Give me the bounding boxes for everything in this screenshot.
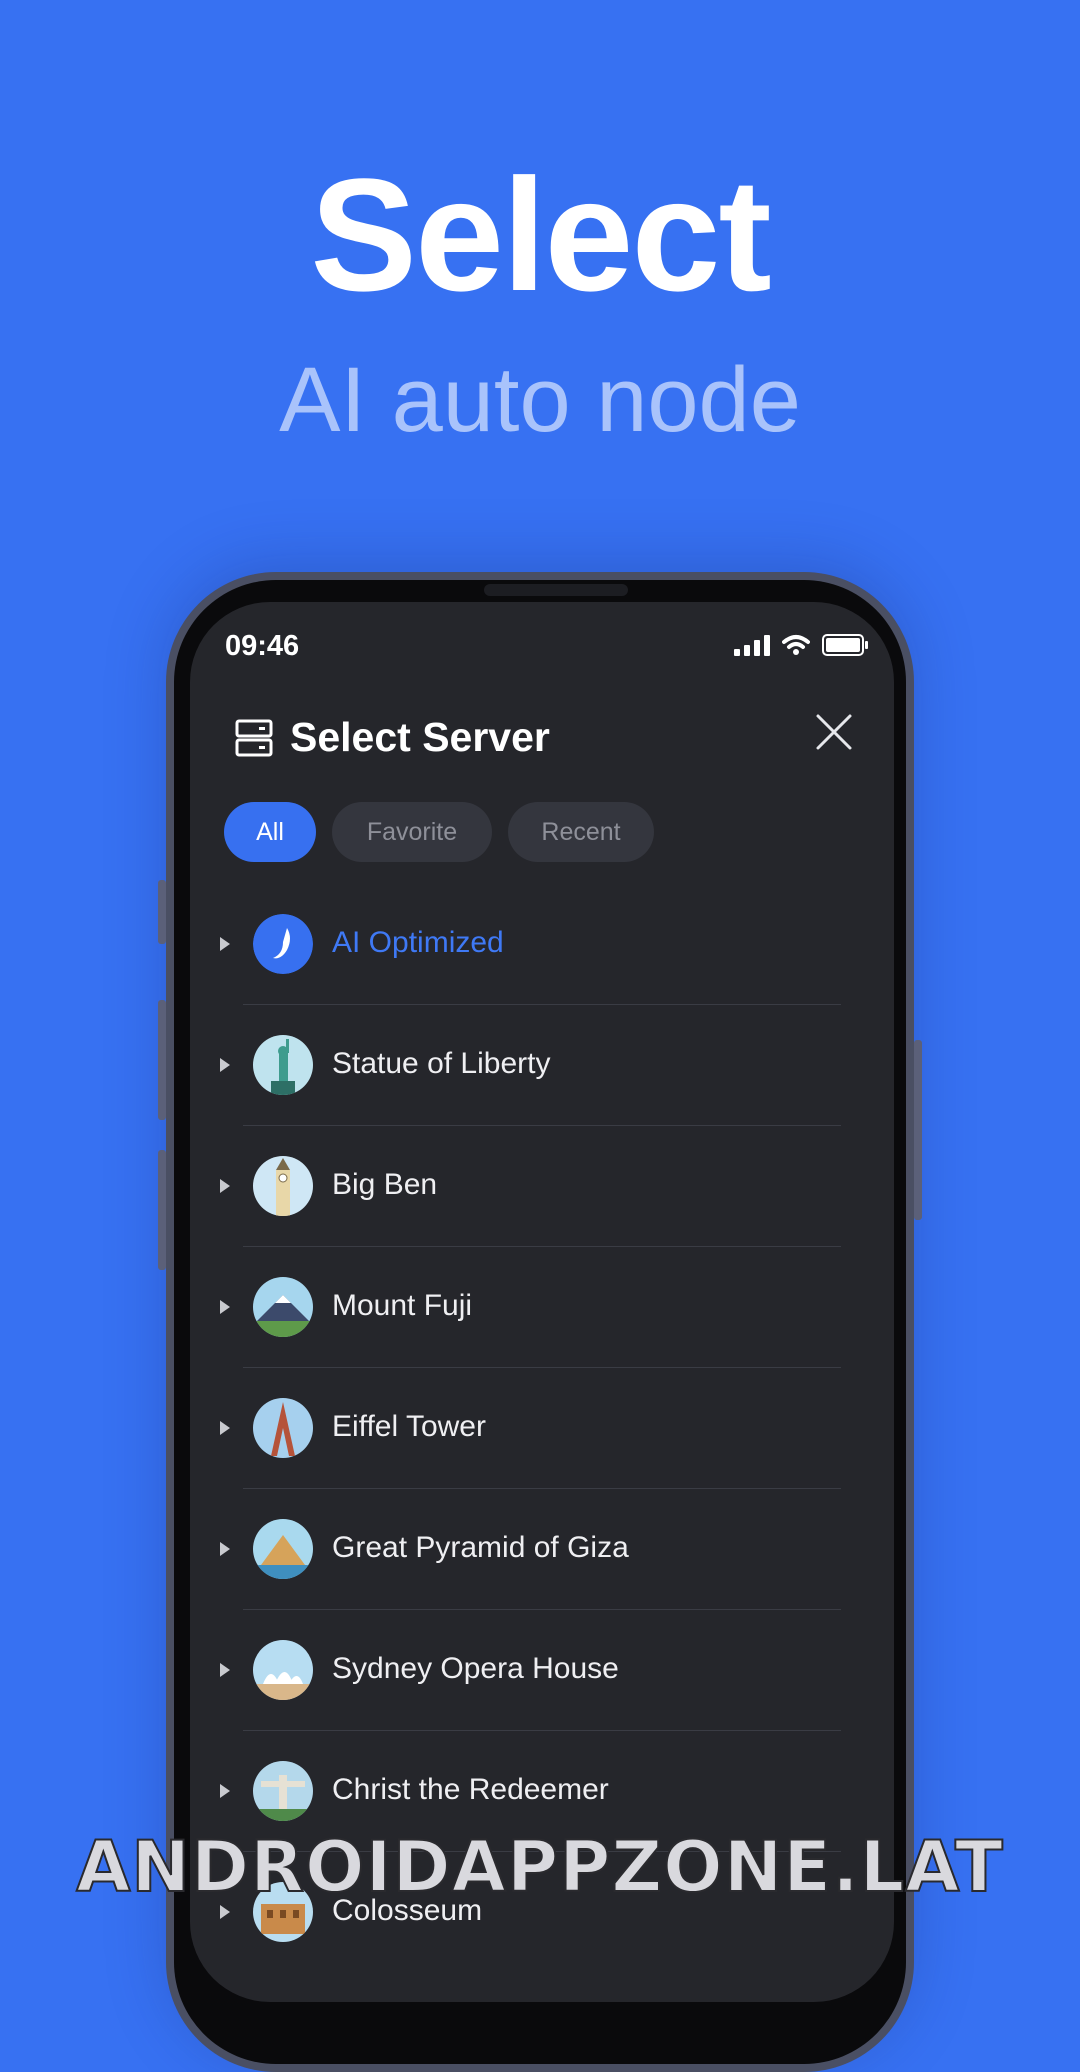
eiffel-tower-icon: [253, 1398, 313, 1458]
pyramid-icon: [253, 1519, 313, 1579]
big-ben-icon: [253, 1156, 313, 1216]
expand-arrow-icon[interactable]: [220, 1179, 230, 1193]
expand-arrow-icon[interactable]: [220, 1784, 230, 1798]
wifi-icon: [782, 635, 810, 655]
expand-arrow-icon[interactable]: [220, 1663, 230, 1677]
server-name: Christ the Redeemer: [332, 1773, 609, 1806]
phone-side-button: [158, 1000, 166, 1120]
statue-of-liberty-icon: [253, 1035, 313, 1095]
phone-side-button: [158, 880, 166, 944]
ai-logo-icon: [253, 914, 313, 974]
header: Select Server: [234, 714, 550, 761]
close-icon[interactable]: [814, 712, 854, 752]
mount-fuji-icon: [253, 1277, 313, 1337]
list-item[interactable]: Sydney Opera House: [190, 1610, 894, 1731]
battery-icon: [822, 634, 868, 656]
phone-speaker: [484, 584, 628, 596]
server-name: Eiffel Tower: [332, 1410, 486, 1443]
server-list: AI Optimized Statue of Liberty Big Ben M…: [190, 884, 894, 1973]
server-name: Statue of Liberty: [332, 1047, 551, 1080]
signal-icon: [734, 634, 770, 656]
server-name: Mount Fuji: [332, 1289, 473, 1322]
status-time: 09:46: [225, 630, 300, 662]
list-item[interactable]: AI Optimized: [190, 884, 894, 1005]
expand-arrow-icon[interactable]: [220, 1421, 230, 1435]
expand-arrow-icon[interactable]: [220, 1300, 230, 1314]
phone-side-button: [914, 1040, 922, 1220]
tab-recent[interactable]: Recent: [508, 802, 654, 862]
app-screen: 09:46 Select Server All Favorite Recent: [190, 602, 894, 2002]
server-name: Sydney Opera House: [332, 1652, 619, 1685]
expand-arrow-icon[interactable]: [220, 1058, 230, 1072]
server-icon: [235, 719, 273, 756]
promo-headline: Select: [310, 145, 771, 324]
filter-tabs: All Favorite Recent: [224, 802, 654, 862]
watermark: ANDROIDAPPZONE.LAT: [75, 1825, 1004, 1909]
expand-arrow-icon[interactable]: [220, 937, 230, 951]
opera-house-icon: [253, 1640, 313, 1700]
page-title: Select Server: [290, 714, 550, 760]
list-item[interactable]: Big Ben: [190, 1126, 894, 1247]
promo-subheadline: AI auto node: [279, 349, 801, 451]
tab-favorite[interactable]: Favorite: [332, 802, 492, 862]
phone-side-button: [158, 1150, 166, 1270]
list-item[interactable]: Eiffel Tower: [190, 1368, 894, 1489]
server-name: Big Ben: [332, 1168, 438, 1201]
status-icons: [734, 634, 868, 656]
server-name: AI Optimized: [332, 926, 504, 959]
tab-all[interactable]: All: [224, 802, 316, 862]
expand-arrow-icon[interactable]: [220, 1542, 230, 1556]
list-item[interactable]: Statue of Liberty: [190, 1005, 894, 1126]
server-name: Great Pyramid of Giza: [332, 1531, 629, 1564]
list-item[interactable]: Great Pyramid of Giza: [190, 1489, 894, 1610]
list-item[interactable]: Mount Fuji: [190, 1247, 894, 1368]
christ-redeemer-icon: [253, 1761, 313, 1821]
